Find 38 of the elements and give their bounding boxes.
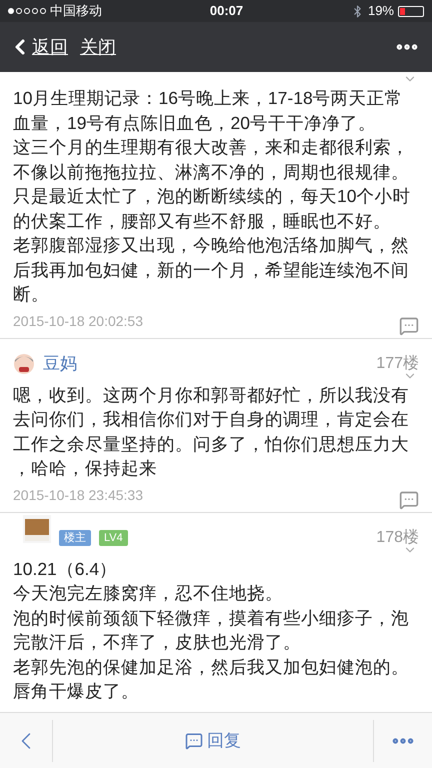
back-button[interactable]: 返回 (8, 34, 68, 60)
post-text: 10月生理期记录：16号晚上来，17-18号两天正常 (13, 87, 404, 110)
comment-icon[interactable] (399, 316, 419, 336)
post-text: 只是最近太忙了，泡的断断续续的，每天10个小时 (13, 185, 412, 208)
floor-number: 177楼 (376, 354, 419, 374)
post-time: 2015-10-18 23:45:33 (13, 486, 143, 504)
post-text: 泡的时候前颈颔下轻微痒，摸着有些小细疹子，泡 (13, 606, 410, 630)
author-name[interactable]: 豆妈 (43, 350, 77, 376)
post-text: 老郭先泡的保健加足浴，然后我又加包妇健泡的。 (13, 656, 410, 678)
user-badge: LV4 (99, 530, 128, 546)
post-text: ，哈哈，保持起来 (13, 457, 158, 480)
post-time: 2015-10-18 20:02:53 (13, 312, 143, 330)
post-text: 工作之余尽量坚持的。问多了，怕你们思想压力大 (13, 432, 410, 456)
battery-percent: 19% (368, 2, 394, 20)
reply-button[interactable]: 回复 (185, 728, 241, 754)
battery-icon (398, 6, 424, 16)
user-badge: 楼主 (59, 530, 91, 546)
clock: 00:07 (210, 2, 244, 20)
post-text: 这三个月的生理期有很大改善，来和走都很利索， (13, 136, 410, 159)
comment-icon (185, 732, 203, 750)
floor-number: 178楼 (376, 528, 419, 548)
post-text: 的伏案工作，腰部又有些不舒服，睡眠也不好。 (13, 210, 392, 232)
carrier-name: 中国移动 (50, 2, 102, 20)
signal-icon (8, 8, 46, 14)
post-text: 血量，19号有点陈旧血色，20号干干净净了。 (13, 112, 377, 134)
post-text: 断。 (13, 283, 50, 306)
post-text: 唇角干爆皮了。 (13, 680, 140, 703)
close-button[interactable]: 关闭 (80, 34, 116, 60)
post-text: 不像以前拖拖拉拉、淋漓不净的，周期也很规律。 (13, 160, 410, 184)
post-text: 10.21（6.4） (13, 558, 118, 580)
post-text: 后我再加包妇健，新的一个月，希望能连续泡不间 (13, 258, 410, 282)
post-text: 嗯，收到。这两个月你和郭哥都好忙，所以我没有 (13, 384, 410, 406)
post-text: 老郭腹部湿疹又出现，今晚给他泡活络加脚气，然 (13, 234, 410, 257)
comment-icon[interactable] (399, 490, 419, 510)
post-text: 今天泡完左膝窝痒，忍不住地挠。 (13, 582, 284, 605)
post-text: 去问你们，我相信你们对于自身的调理，肯定会在 (13, 408, 410, 431)
avatar-icon (13, 352, 35, 374)
post-text: 完散汗后，不痒了，皮肤也光滑了。 (13, 631, 302, 654)
